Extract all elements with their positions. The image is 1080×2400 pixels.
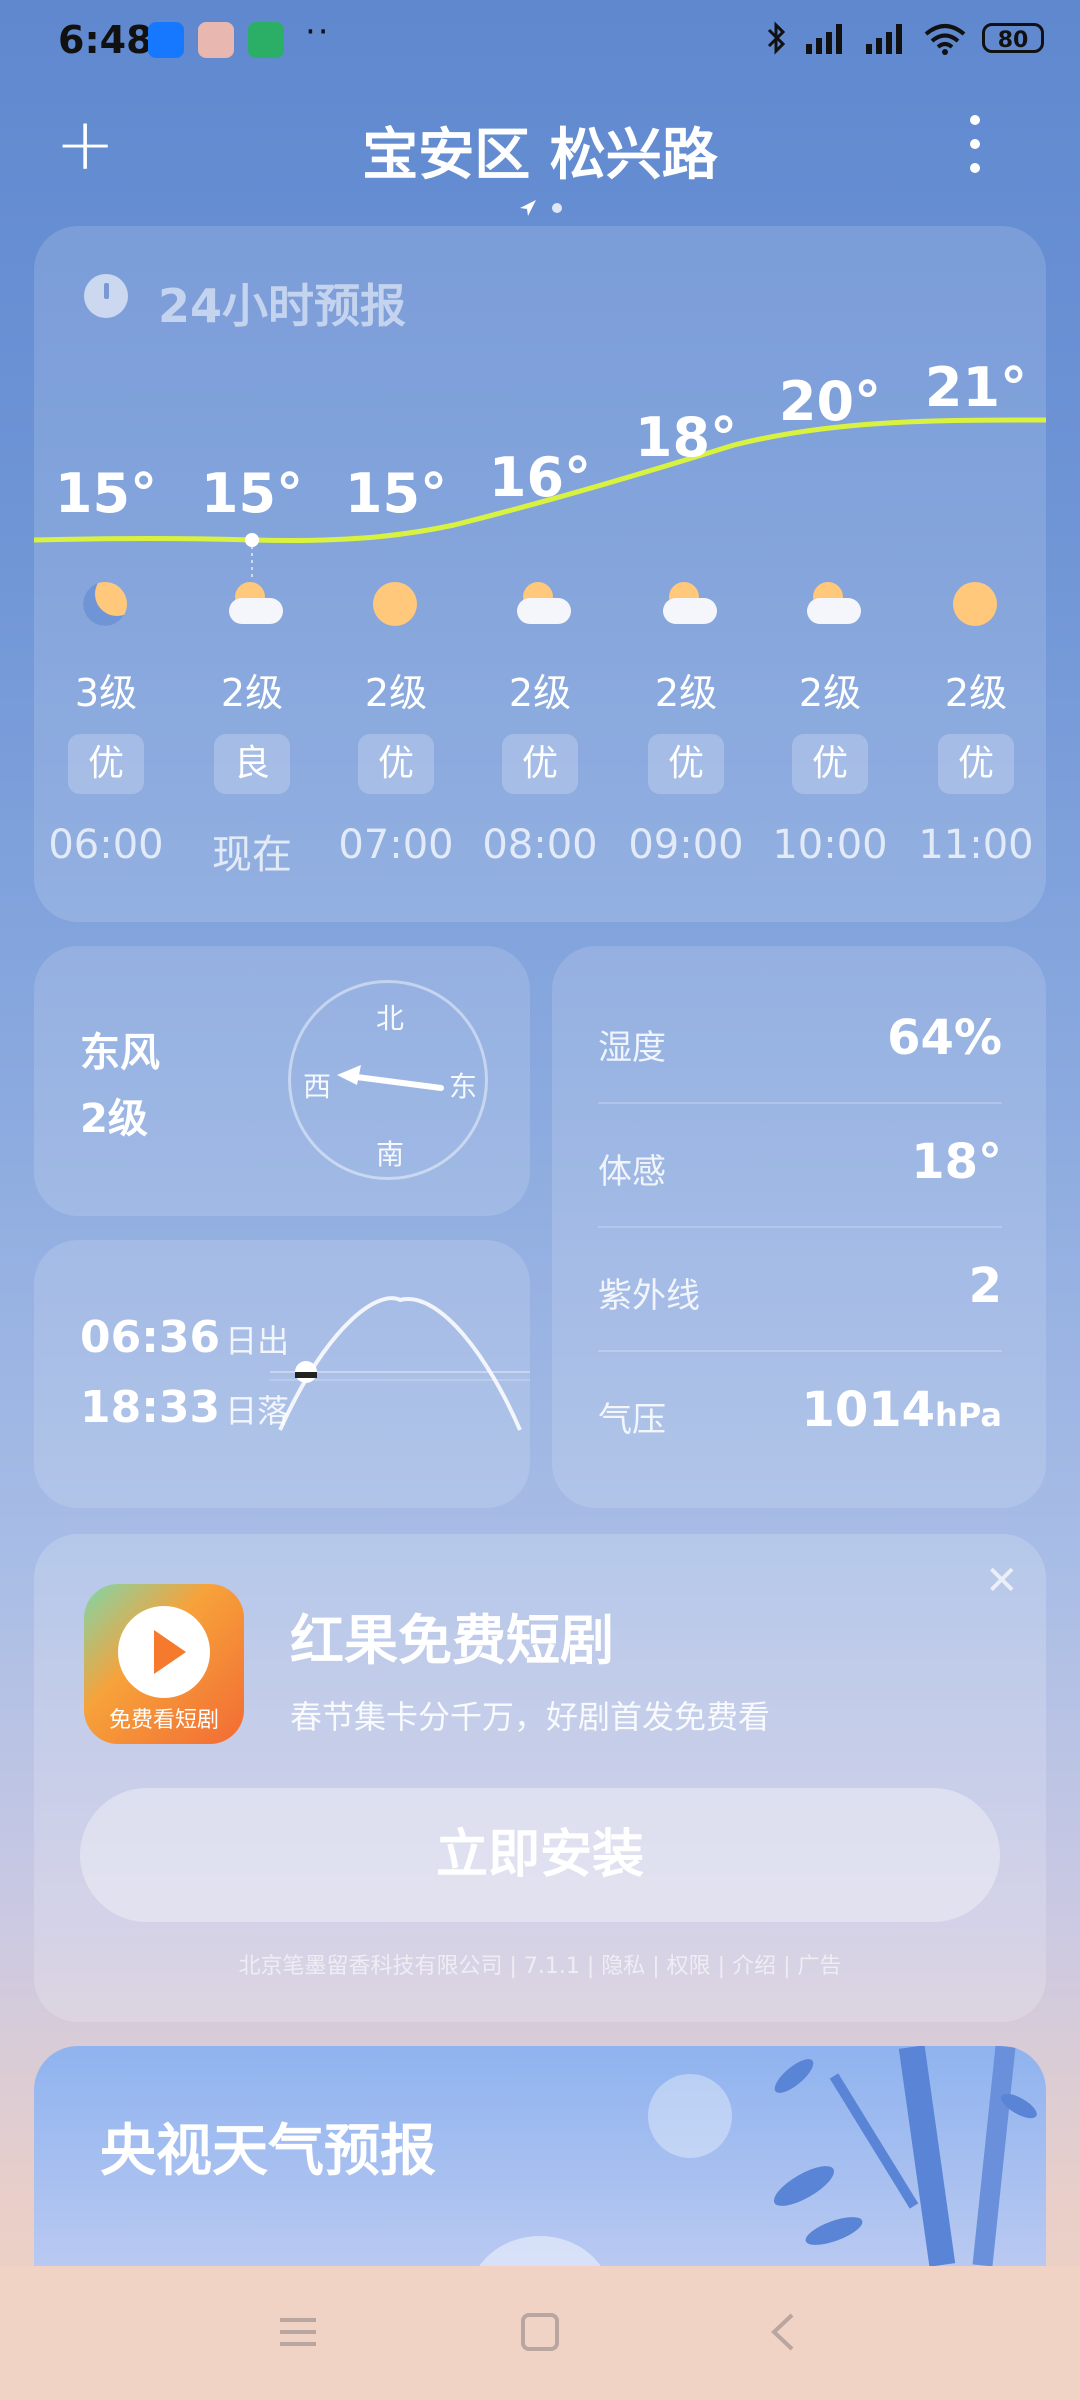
page-indicator — [518, 198, 562, 218]
humidity-value: 64% — [887, 1010, 1002, 1066]
hourly-temp: 15° — [54, 462, 158, 525]
partly-cloudy-icon — [517, 582, 571, 628]
wind-info: 东风 2级 — [80, 1020, 160, 1152]
hourly-forecast-title: 24小时预报 — [158, 279, 407, 333]
pressure-value: 1014 — [801, 1382, 936, 1438]
ad-icon-caption: 免费看短剧 — [108, 1708, 219, 1733]
feels-like-row: 体感 18° — [598, 1104, 1002, 1228]
uv-label: 紫外线 — [598, 1276, 700, 1316]
home-icon[interactable] — [520, 2312, 560, 2352]
sunset-row: 18:33 日落 — [80, 1382, 289, 1433]
postal-app-icon — [248, 22, 284, 58]
hourly-aqi-badge: 优 — [648, 734, 724, 794]
hourly-temp: 15° — [344, 462, 448, 525]
signal-icon-1 — [806, 24, 842, 54]
feels-like-label: 体感 — [598, 1152, 666, 1192]
hourly-temp: 16° — [488, 446, 592, 509]
clock-icon — [84, 274, 128, 318]
status-icons: 80 — [766, 20, 1044, 56]
ad-title: 红果免费短剧 — [290, 1609, 614, 1672]
hourly-temp: 20° — [778, 370, 882, 433]
partly-cloudy-icon — [807, 582, 861, 628]
hourly-wind-level: 2级 — [508, 671, 572, 715]
uv-row: 紫外线 2 — [598, 1228, 1002, 1352]
hourly-wind-level: 2级 — [944, 671, 1008, 715]
hourly-temp: 18° — [634, 406, 738, 469]
partly-cloudy-icon — [663, 582, 717, 628]
hourly-time: 10:00 — [772, 822, 888, 868]
hourly-time: 11:00 — [918, 822, 1034, 868]
sun-icon — [373, 582, 419, 628]
status-time: 6:48 — [58, 18, 153, 62]
hourly-wind-level: 2级 — [654, 671, 718, 715]
ad-subtitle: 春节集卡分千万，好剧首发免费看 — [290, 1698, 771, 1736]
hourly-aqi-badge: 优 — [938, 734, 1014, 794]
ad-app-icon[interactable]: 免费看短剧 — [84, 1584, 244, 1744]
hourly-aqi-badge: 优 — [358, 734, 434, 794]
sunset-time: 18:33 — [80, 1382, 221, 1433]
bluetooth-icon — [767, 21, 786, 55]
hourly-wind-level: 2级 — [364, 671, 428, 715]
hourly-time: 07:00 — [338, 822, 454, 868]
location-arrow-icon — [520, 200, 536, 216]
hourly-temp: 21° — [924, 356, 1028, 419]
pressure-value-wrap: 1014hPa — [801, 1382, 1002, 1438]
wind-direction: 东风 — [80, 1030, 160, 1076]
feels-like-value: 18° — [911, 1134, 1002, 1190]
more-notifications-indicator: ·· — [305, 12, 331, 52]
hourly-time: 09:00 — [628, 822, 744, 868]
wifi-icon — [924, 24, 966, 55]
pressure-label: 气压 — [598, 1400, 666, 1440]
back-icon[interactable] — [764, 2312, 804, 2352]
hourly-wind-level: 3级 — [74, 671, 138, 715]
signal-icon-2 — [866, 24, 902, 54]
alipay-icon — [148, 22, 184, 58]
wind-arrow-icon — [337, 1065, 444, 1091]
hourly-time: 08:00 — [482, 822, 598, 868]
hourly-wind-level: 2级 — [798, 671, 862, 715]
hourly-time: 06:00 — [48, 822, 164, 868]
hourly-temp: 15° — [200, 462, 304, 525]
hourly-aqi-badge: 优 — [502, 734, 578, 794]
sunrise-row: 06:36 日出 — [80, 1312, 289, 1363]
pressure-unit: hPa — [935, 1396, 1002, 1434]
page-dot — [552, 203, 562, 213]
hourly-aqi-badge: 良 — [214, 734, 290, 794]
sunrise-time: 06:36 — [80, 1312, 221, 1363]
play-icon — [118, 1606, 210, 1698]
wind-level: 2级 — [80, 1096, 148, 1142]
sun-arc — [270, 1296, 530, 1431]
sun-icon — [953, 582, 999, 628]
pressure-row: 气压 1014hPa — [598, 1352, 1002, 1476]
humidity-row: 湿度 64% — [598, 980, 1002, 1104]
recent-apps-icon[interactable] — [278, 2312, 318, 2352]
cctv-title: 央视天气预报 — [100, 2119, 436, 2184]
hourly-wind-level: 2级 — [220, 671, 284, 715]
ad-close-icon[interactable]: ✕ — [985, 1558, 1019, 1604]
wind-compass: 北 南 西 东 — [288, 980, 488, 1180]
humidity-label: 湿度 — [598, 1028, 666, 1068]
hourly-time: 现在 — [212, 832, 292, 878]
location-title: 宝安区 松兴路 — [362, 123, 718, 188]
avatar-app-icon — [198, 22, 234, 58]
ad-footer[interactable]: 北京笔墨留香科技有限公司 | 7.1.1 | 隐私 | 权限 | 介绍 | 广告 — [80, 1948, 1000, 1980]
uv-value: 2 — [968, 1258, 1002, 1314]
hourly-aqi-badge: 优 — [68, 734, 144, 794]
hourly-aqi-badge: 优 — [792, 734, 868, 794]
install-button[interactable]: 立即安装 — [80, 1788, 1000, 1922]
more-menu-button[interactable] — [970, 115, 990, 187]
battery-indicator: 80 — [982, 23, 1044, 53]
status-bar: 6:48 ·· 80 — [0, 0, 1080, 90]
partly-cloudy-icon — [229, 582, 283, 628]
moon-icon — [83, 582, 129, 628]
